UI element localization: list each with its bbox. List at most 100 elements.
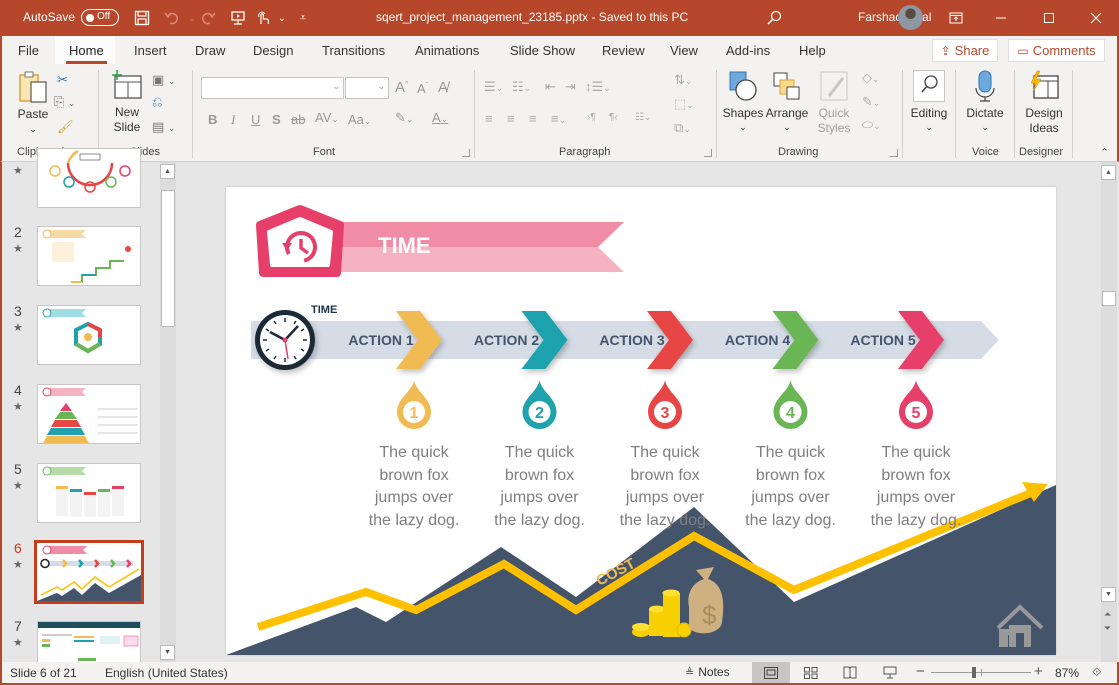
layout-icon[interactable]: ▣ ⌄ xyxy=(152,72,175,88)
action-description-2[interactable]: The quick brown fox jumps over the lazy dog… xyxy=(485,442,595,532)
quick-styles-button[interactable]: Quick Styles xyxy=(812,70,856,142)
font-name-combo[interactable]: ⌄ xyxy=(201,77,344,99)
action-label-4[interactable]: ACTION 4 xyxy=(718,332,798,348)
font-size-combo[interactable]: ⌄ xyxy=(345,77,389,99)
cut-icon[interactable]: ✂ xyxy=(57,72,68,88)
align-right-icon[interactable]: ≡ xyxy=(529,111,537,126)
close-icon[interactable] xyxy=(1081,6,1111,30)
ribbon-display-options-icon[interactable] xyxy=(941,6,971,30)
clear-formatting-icon[interactable]: A̸ xyxy=(438,79,448,96)
editor-scrollbar[interactable]: ▲ ▼ ⏶ ⏷ xyxy=(1101,162,1117,662)
previous-slide-icon[interactable]: ⏶ xyxy=(1104,609,1111,620)
user-avatar[interactable] xyxy=(898,5,923,30)
tab-slide-show[interactable]: Slide Show xyxy=(510,43,575,58)
smartart-icon[interactable]: ⧉⌄ xyxy=(674,120,691,136)
tab-view[interactable]: View xyxy=(670,43,698,58)
slide-thumbnail-6[interactable] xyxy=(34,540,144,604)
bullets-icon[interactable]: ☰⌄ xyxy=(484,79,503,95)
reading-view-button[interactable] xyxy=(831,662,869,683)
align-center-icon[interactable]: ≡ xyxy=(507,111,515,126)
zoom-slider[interactable] xyxy=(931,667,1031,678)
slide-thumbnail-5[interactable] xyxy=(37,463,141,523)
save-icon[interactable] xyxy=(132,8,152,28)
paste-button[interactable]: Paste ⌄ xyxy=(16,70,50,138)
underline-button[interactable]: U xyxy=(251,112,260,127)
zoom-in-button[interactable]: + xyxy=(1034,663,1043,680)
shrink-font-icon[interactable]: Aˇ xyxy=(417,81,428,96)
scroll-up-icon[interactable]: ▲ xyxy=(160,164,175,179)
collapse-ribbon-icon[interactable]: ⌃ xyxy=(1100,146,1109,159)
notes-button[interactable]: ≜ Notes xyxy=(685,665,730,679)
autosave-toggle[interactable]: Off xyxy=(81,9,119,26)
reset-slide-icon[interactable]: ⎌ xyxy=(152,94,162,110)
customize-qat-icon[interactable]: ⩡ xyxy=(293,8,313,28)
section-icon[interactable]: ▤ ⌄ xyxy=(152,119,175,135)
numbering-icon[interactable]: ☷⌄ xyxy=(512,79,531,95)
scrollbar-thumb[interactable] xyxy=(161,190,175,327)
tab-help[interactable]: Help xyxy=(799,43,826,58)
action-label-1[interactable]: ACTION 1 xyxy=(341,332,421,348)
slide-show-button[interactable] xyxy=(871,662,909,683)
line-spacing-icon[interactable]: ↕☰⌄ xyxy=(585,79,611,95)
zoom-level[interactable]: 87% xyxy=(1055,666,1079,680)
copy-icon[interactable]: ⎘ ⌄ xyxy=(54,94,76,110)
slide-thumbnail-2[interactable] xyxy=(37,226,141,286)
slide-title[interactable]: TIME xyxy=(378,233,431,259)
action-description-3[interactable]: The quick brown fox jumps over the lazy dog… xyxy=(610,442,720,532)
next-slide-icon[interactable]: ⏷ xyxy=(1104,623,1111,634)
tab-file[interactable]: File xyxy=(18,43,39,58)
scrollbar-thumb[interactable] xyxy=(1102,291,1116,306)
justify-icon[interactable]: ≡⌄ xyxy=(551,111,566,126)
paragraph-launcher-icon[interactable] xyxy=(704,149,712,157)
comments-button[interactable]: ▭ Comments xyxy=(1008,39,1105,62)
scroll-down-icon[interactable]: ▼ xyxy=(1101,587,1116,602)
shapes-button[interactable]: Shapes ⌄ xyxy=(722,70,764,142)
zoom-out-button[interactable]: − xyxy=(916,663,925,680)
minimize-icon[interactable] xyxy=(986,6,1016,30)
drawing-launcher-icon[interactable] xyxy=(890,149,898,157)
arrange-button[interactable]: Arrange ⌄ xyxy=(764,70,810,142)
design-ideas-button[interactable]: Design Ideas xyxy=(1019,70,1069,142)
maximize-icon[interactable] xyxy=(1034,6,1064,30)
decrease-indent-icon[interactable]: ⇤ xyxy=(545,79,556,95)
search-icon[interactable] xyxy=(764,8,784,28)
slide-sorter-button[interactable] xyxy=(792,662,830,683)
character-spacing-button[interactable]: AV⌄ xyxy=(315,110,339,125)
thumbnail-scrollbar[interactable]: ▲ ▼ xyxy=(160,162,176,662)
grow-font-icon[interactable]: A^ xyxy=(395,79,408,96)
fit-to-window-icon[interactable]: ⟐ xyxy=(1092,665,1101,680)
strikethrough-button[interactable]: ab xyxy=(291,112,305,127)
tab-draw[interactable]: Draw xyxy=(195,43,225,58)
tab-design[interactable]: Design xyxy=(253,43,293,58)
tab-add-ins[interactable]: Add-ins xyxy=(726,43,770,58)
action-description-5[interactable]: The quick brown fox jumps over the lazy dog… xyxy=(861,442,971,532)
font-color-icon[interactable]: A⌄ xyxy=(432,110,448,125)
bold-button[interactable]: B xyxy=(208,112,217,127)
touch-mode-icon[interactable] xyxy=(253,8,273,28)
share-button[interactable]: ⇪ Share xyxy=(932,39,998,62)
slide-thumbnail-4[interactable] xyxy=(37,384,141,444)
tab-review[interactable]: Review xyxy=(602,43,645,58)
zoom-slider-thumb[interactable] xyxy=(971,667,976,678)
format-painter-icon[interactable]: 🖌 xyxy=(57,119,74,135)
scroll-down-icon[interactable]: ▼ xyxy=(160,645,175,660)
shape-fill-icon[interactable]: ◇⌄ xyxy=(862,70,880,86)
present-from-beginning-icon[interactable] xyxy=(228,8,248,28)
italic-button[interactable]: I xyxy=(231,112,235,128)
highlight-color-icon[interactable]: ✎⌄ xyxy=(395,110,413,126)
slide-thumbnail-7[interactable] xyxy=(37,621,141,666)
action-label-2[interactable]: ACTION 2 xyxy=(467,332,547,348)
slide-thumbnail-3[interactable] xyxy=(37,305,141,365)
tab-insert[interactable]: Insert xyxy=(134,43,167,58)
font-launcher-icon[interactable] xyxy=(462,149,470,157)
timeline-label[interactable]: TIME xyxy=(311,304,337,316)
action-label-5[interactable]: ACTION 5 xyxy=(843,332,923,348)
new-slide-button[interactable]: New Slide xyxy=(105,70,149,140)
rtl-icon[interactable]: ¶‹ xyxy=(609,112,618,123)
action-description-1[interactable]: The quick brown fox jumps over the lazy dog… xyxy=(359,442,469,532)
tab-home[interactable]: Home xyxy=(66,43,107,64)
shape-outline-icon[interactable]: ✎⌄ xyxy=(862,94,880,110)
touch-dropdown-icon[interactable]: ⌄ xyxy=(272,8,292,28)
action-description-4[interactable]: The quick brown fox jumps over the lazy dog… xyxy=(736,442,846,532)
undo-icon[interactable] xyxy=(162,8,182,28)
